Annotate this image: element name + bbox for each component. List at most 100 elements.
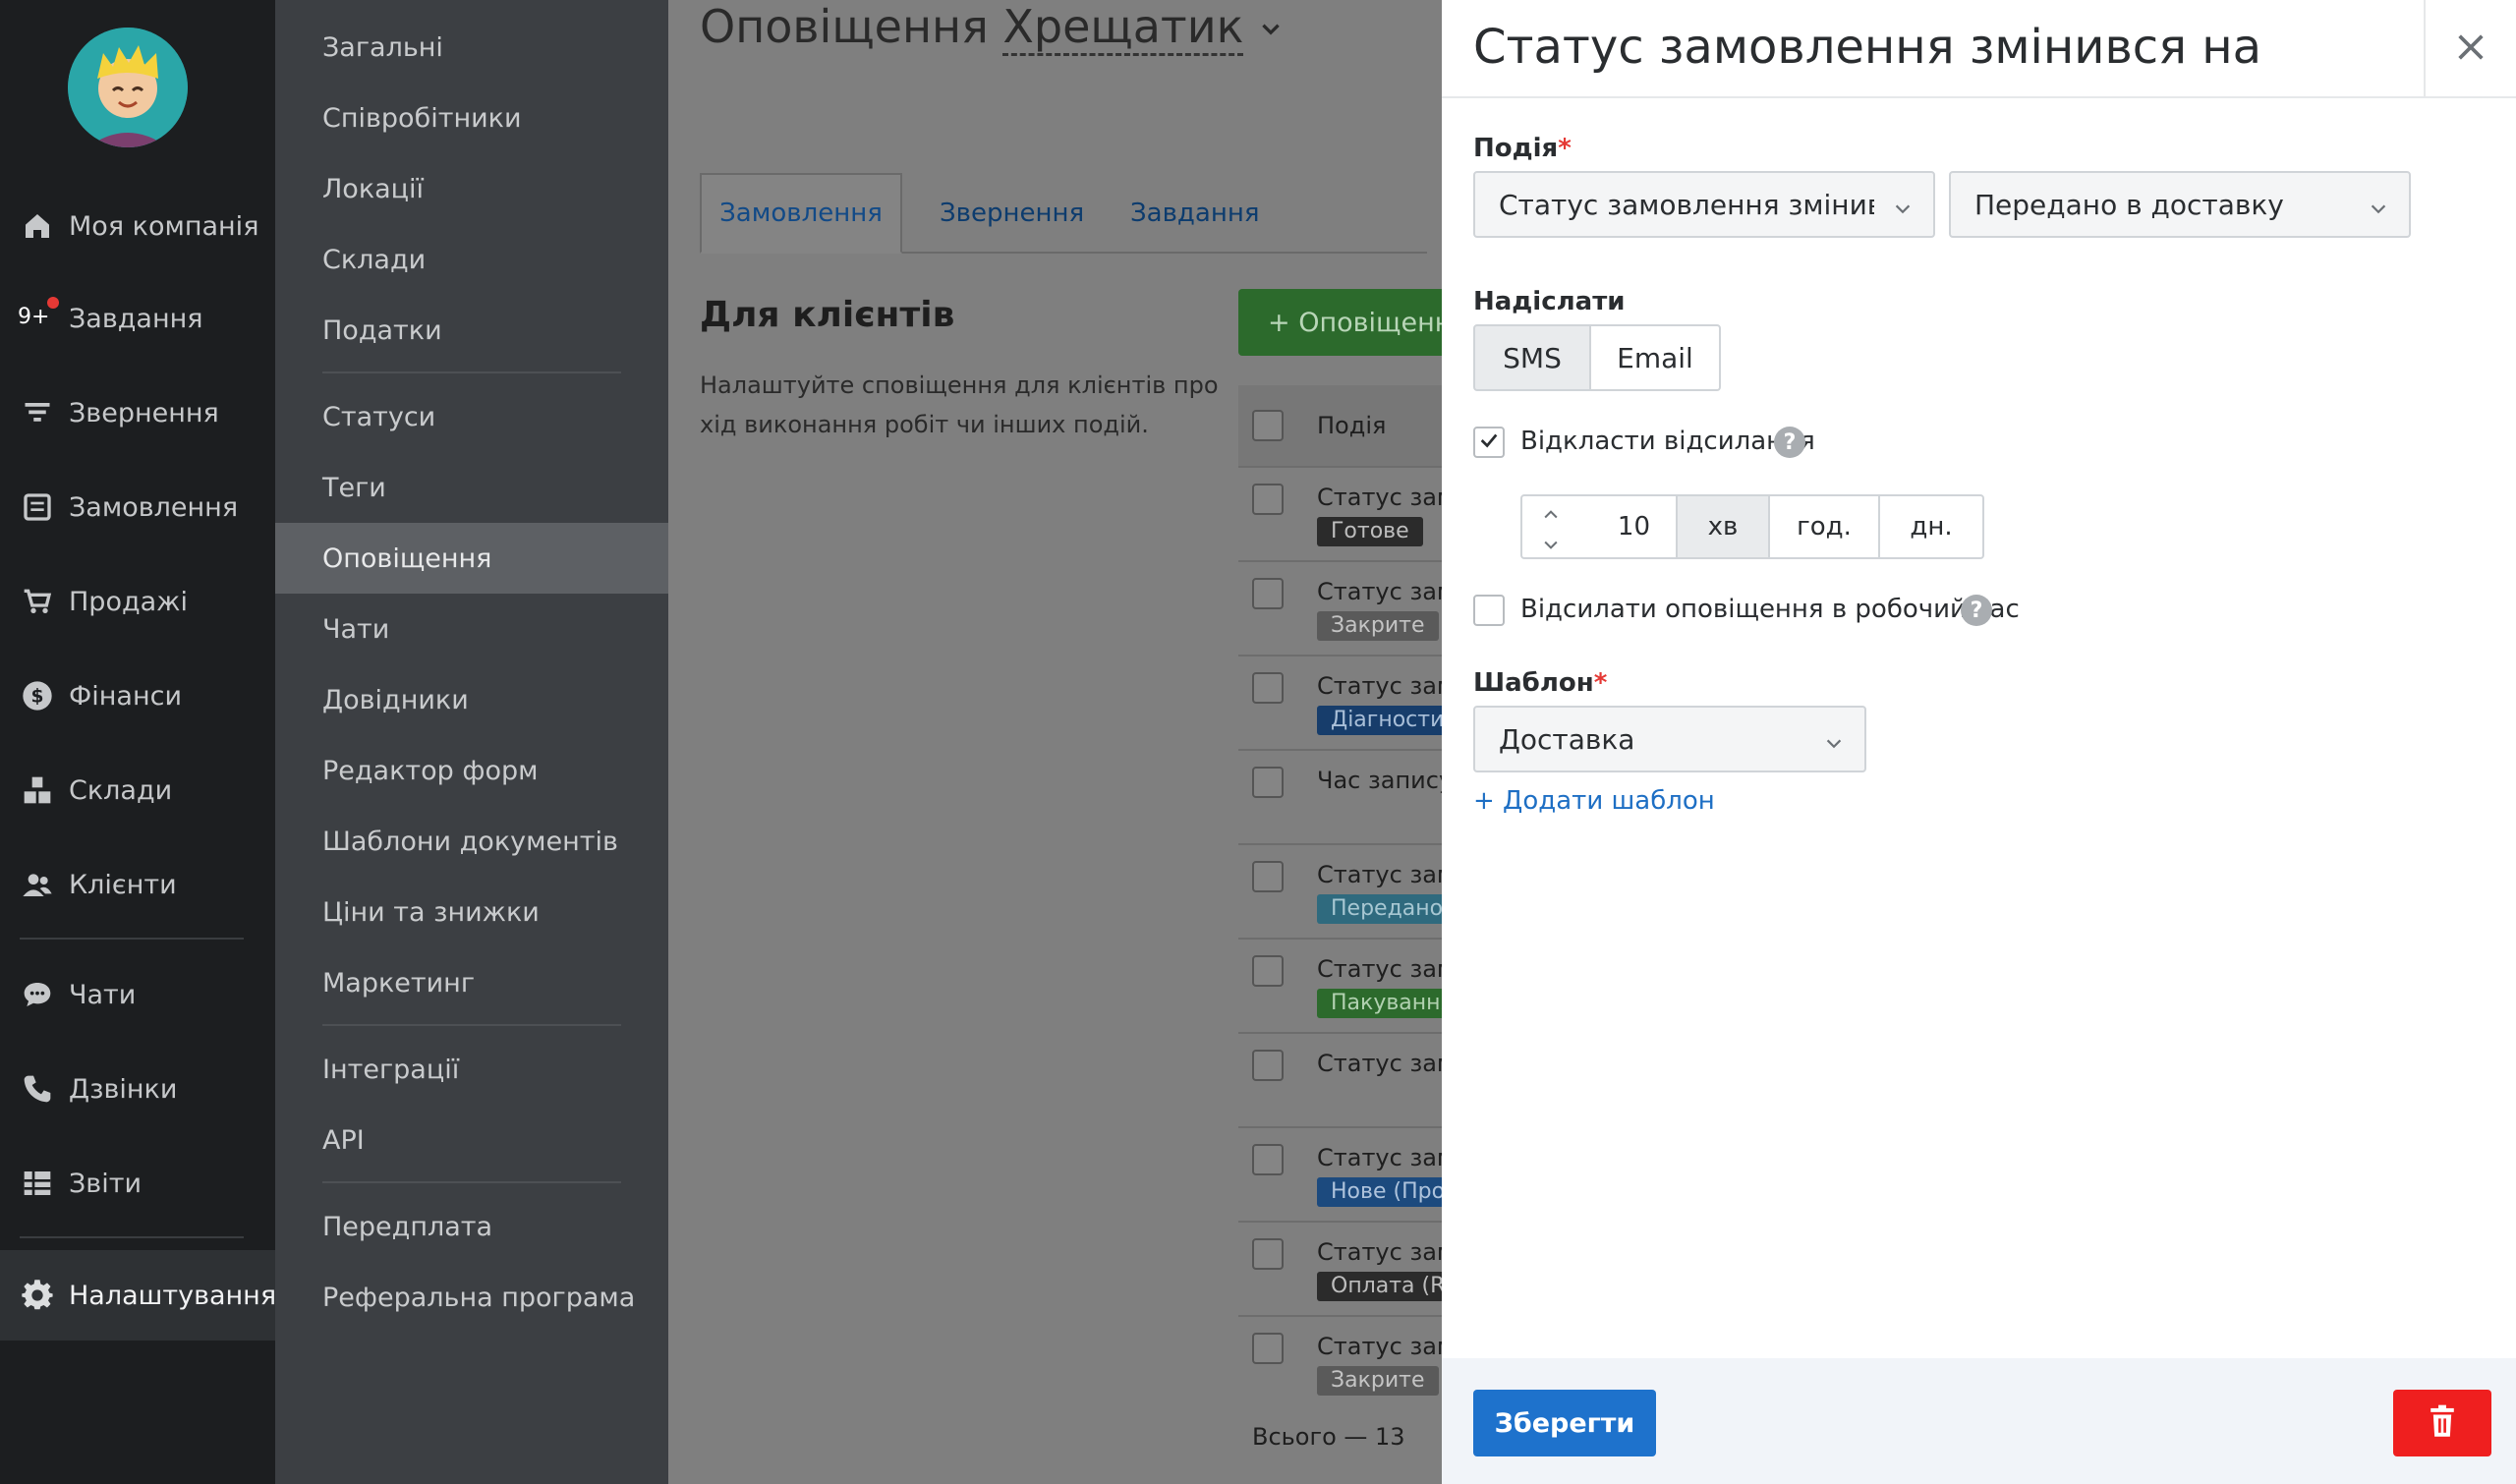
svg-text:$: $: [31, 687, 44, 708]
row-event-text[interactable]: Статус замовлення змінився на: [1317, 861, 1442, 888]
submenu-taxes[interactable]: Податки: [275, 295, 668, 366]
submenu-form-editor[interactable]: Редактор форм: [275, 735, 668, 806]
submenu-locations[interactable]: Локації: [275, 153, 668, 224]
add-notification-button[interactable]: + Оповіщення: [1238, 289, 1442, 356]
submenu-referral[interactable]: Реферальна програма: [275, 1262, 668, 1333]
submenu-statuses[interactable]: Статуси: [275, 381, 668, 452]
unit-days[interactable]: дн.: [1878, 494, 1984, 559]
submenu-api[interactable]: API: [275, 1105, 668, 1175]
row-checkbox[interactable]: [1252, 1050, 1284, 1081]
event-select[interactable]: Статус замовлення змінився на: [1473, 171, 1935, 238]
phone-icon: [20, 1071, 55, 1107]
nav-reports[interactable]: Звіти: [0, 1142, 275, 1225]
nav-requests[interactable]: Звернення: [0, 371, 275, 454]
submenu-prices-discounts[interactable]: Ціни та знижки: [275, 877, 668, 947]
nav-finance[interactable]: $ Фінанси: [0, 655, 275, 737]
nav-calls[interactable]: Дзвінки: [0, 1048, 275, 1130]
row-divider: [1238, 1032, 1442, 1034]
row-event-text[interactable]: Статус замовлення змінився на: [1317, 672, 1442, 700]
row-event-text[interactable]: Статус замовлення змінився на: [1317, 1050, 1442, 1077]
status-tag: Закрите: [1317, 1366, 1439, 1396]
submenu-employees[interactable]: Співробітники: [275, 83, 668, 153]
nav-clients[interactable]: Клієнти: [0, 843, 275, 926]
close-button[interactable]: [2424, 0, 2516, 98]
row-checkbox[interactable]: [1252, 672, 1284, 704]
worktime-checkbox[interactable]: [1473, 595, 1505, 626]
submenu-subscription[interactable]: Передплата: [275, 1191, 668, 1262]
submenu-marketing[interactable]: Маркетинг: [275, 947, 668, 1018]
row-event-text[interactable]: Час запису: [1317, 767, 1442, 794]
nav-orders[interactable]: Замовлення: [0, 466, 275, 548]
nav-my-company[interactable]: Моя компанія: [0, 185, 275, 267]
submenu-notifications[interactable]: Оповіщення: [275, 523, 668, 594]
template-select[interactable]: Доставка: [1473, 706, 1866, 772]
template-label: Шаблон*: [1473, 668, 1608, 698]
unit-minutes[interactable]: хв: [1676, 494, 1770, 559]
row-checkbox[interactable]: [1252, 1333, 1284, 1364]
row-event-text[interactable]: Статус замовлення змінився на: [1317, 1144, 1442, 1171]
submenu-doc-templates[interactable]: Шаблони документів: [275, 806, 668, 877]
row-checkbox[interactable]: [1252, 578, 1284, 609]
submenu-general[interactable]: Загальні: [275, 12, 668, 83]
nav-label: Склади: [69, 774, 173, 806]
row-event-text[interactable]: Статус замовлення змінився на: [1317, 578, 1442, 605]
send-sms-option[interactable]: SMS: [1473, 324, 1591, 391]
submenu-chats[interactable]: Чати: [275, 594, 668, 664]
submenu-integrations[interactable]: Інтеграції: [275, 1034, 668, 1105]
delay-checkbox[interactable]: [1473, 427, 1505, 458]
nav-label: Клієнти: [69, 869, 177, 900]
table-header: Подія: [1238, 385, 1442, 466]
nav-warehouses[interactable]: Склади: [0, 749, 275, 831]
avatar[interactable]: [68, 28, 188, 147]
add-template-link[interactable]: + Додати шаблон: [1473, 786, 1715, 816]
delay-value-stepper[interactable]: 10: [1520, 494, 1678, 559]
row-event-text[interactable]: Статус замовлення змінився на: [1317, 484, 1442, 511]
nav-label: Звернення: [69, 397, 219, 428]
nav-sales[interactable]: Продажі: [0, 560, 275, 643]
tab-requests[interactable]: Звернення: [940, 173, 1084, 254]
nav-divider: [20, 1236, 244, 1238]
select-all-checkbox[interactable]: [1252, 410, 1284, 441]
submenu-tags[interactable]: Теги: [275, 452, 668, 523]
send-email-option[interactable]: Email: [1589, 324, 1721, 391]
row-event-text[interactable]: Статус замовлення змінився на: [1317, 955, 1442, 983]
trash-icon: [2427, 1404, 2458, 1442]
column-header-event: Подія: [1317, 412, 1387, 439]
boxes-icon: [20, 772, 55, 808]
status-tag: Готове: [1317, 517, 1423, 546]
event-label: Подія*: [1473, 134, 1572, 163]
delete-button[interactable]: [2393, 1390, 2491, 1456]
status-select[interactable]: Передано в доставку: [1949, 171, 2411, 238]
chevron-down-icon[interactable]: [1258, 0, 1284, 53]
status-tag: Нове (Продаж): [1317, 1177, 1442, 1207]
required-asterisk: *: [1593, 668, 1608, 698]
tab-orders[interactable]: Замовлення: [700, 173, 902, 254]
submenu-directories[interactable]: Довідники: [275, 664, 668, 735]
drawer-title: Статус замовлення змінився на: [1473, 20, 2262, 75]
users-icon: [20, 867, 55, 902]
tab-tasks[interactable]: Завдання: [1130, 173, 1259, 254]
row-checkbox[interactable]: [1252, 484, 1284, 515]
row-checkbox[interactable]: [1252, 767, 1284, 798]
submenu-warehouses[interactable]: Склади: [275, 224, 668, 295]
row-checkbox[interactable]: [1252, 1144, 1284, 1175]
location-selector[interactable]: Хрещатик: [1002, 0, 1244, 56]
stepper-down-icon[interactable]: [1540, 532, 1562, 561]
section-description: Налаштуйте сповіщення для клієнтів про х…: [700, 371, 1219, 438]
row-event-text[interactable]: Статус замовлення змінився на: [1317, 1333, 1442, 1360]
row-event-text[interactable]: Статус замовлення змінився на: [1317, 1238, 1442, 1266]
row-checkbox[interactable]: [1252, 955, 1284, 987]
main-sidebar: Моя компанія Завдання 9+ Звернення Замов…: [0, 0, 276, 1484]
nav-chats[interactable]: Чати: [0, 953, 275, 1036]
help-icon[interactable]: ?: [1774, 427, 1805, 458]
help-icon[interactable]: ?: [1961, 595, 1992, 626]
save-button[interactable]: Зберегти: [1473, 1390, 1656, 1456]
row-checkbox[interactable]: [1252, 1238, 1284, 1270]
page-title-text: Оповіщення: [700, 0, 989, 53]
close-icon: [2454, 30, 2487, 68]
stepper-up-icon[interactable]: [1540, 502, 1562, 532]
chevron-down-icon: [1823, 729, 1845, 762]
row-checkbox[interactable]: [1252, 861, 1284, 892]
nav-settings[interactable]: Налаштування: [0, 1250, 276, 1341]
unit-hours[interactable]: год.: [1768, 494, 1880, 559]
